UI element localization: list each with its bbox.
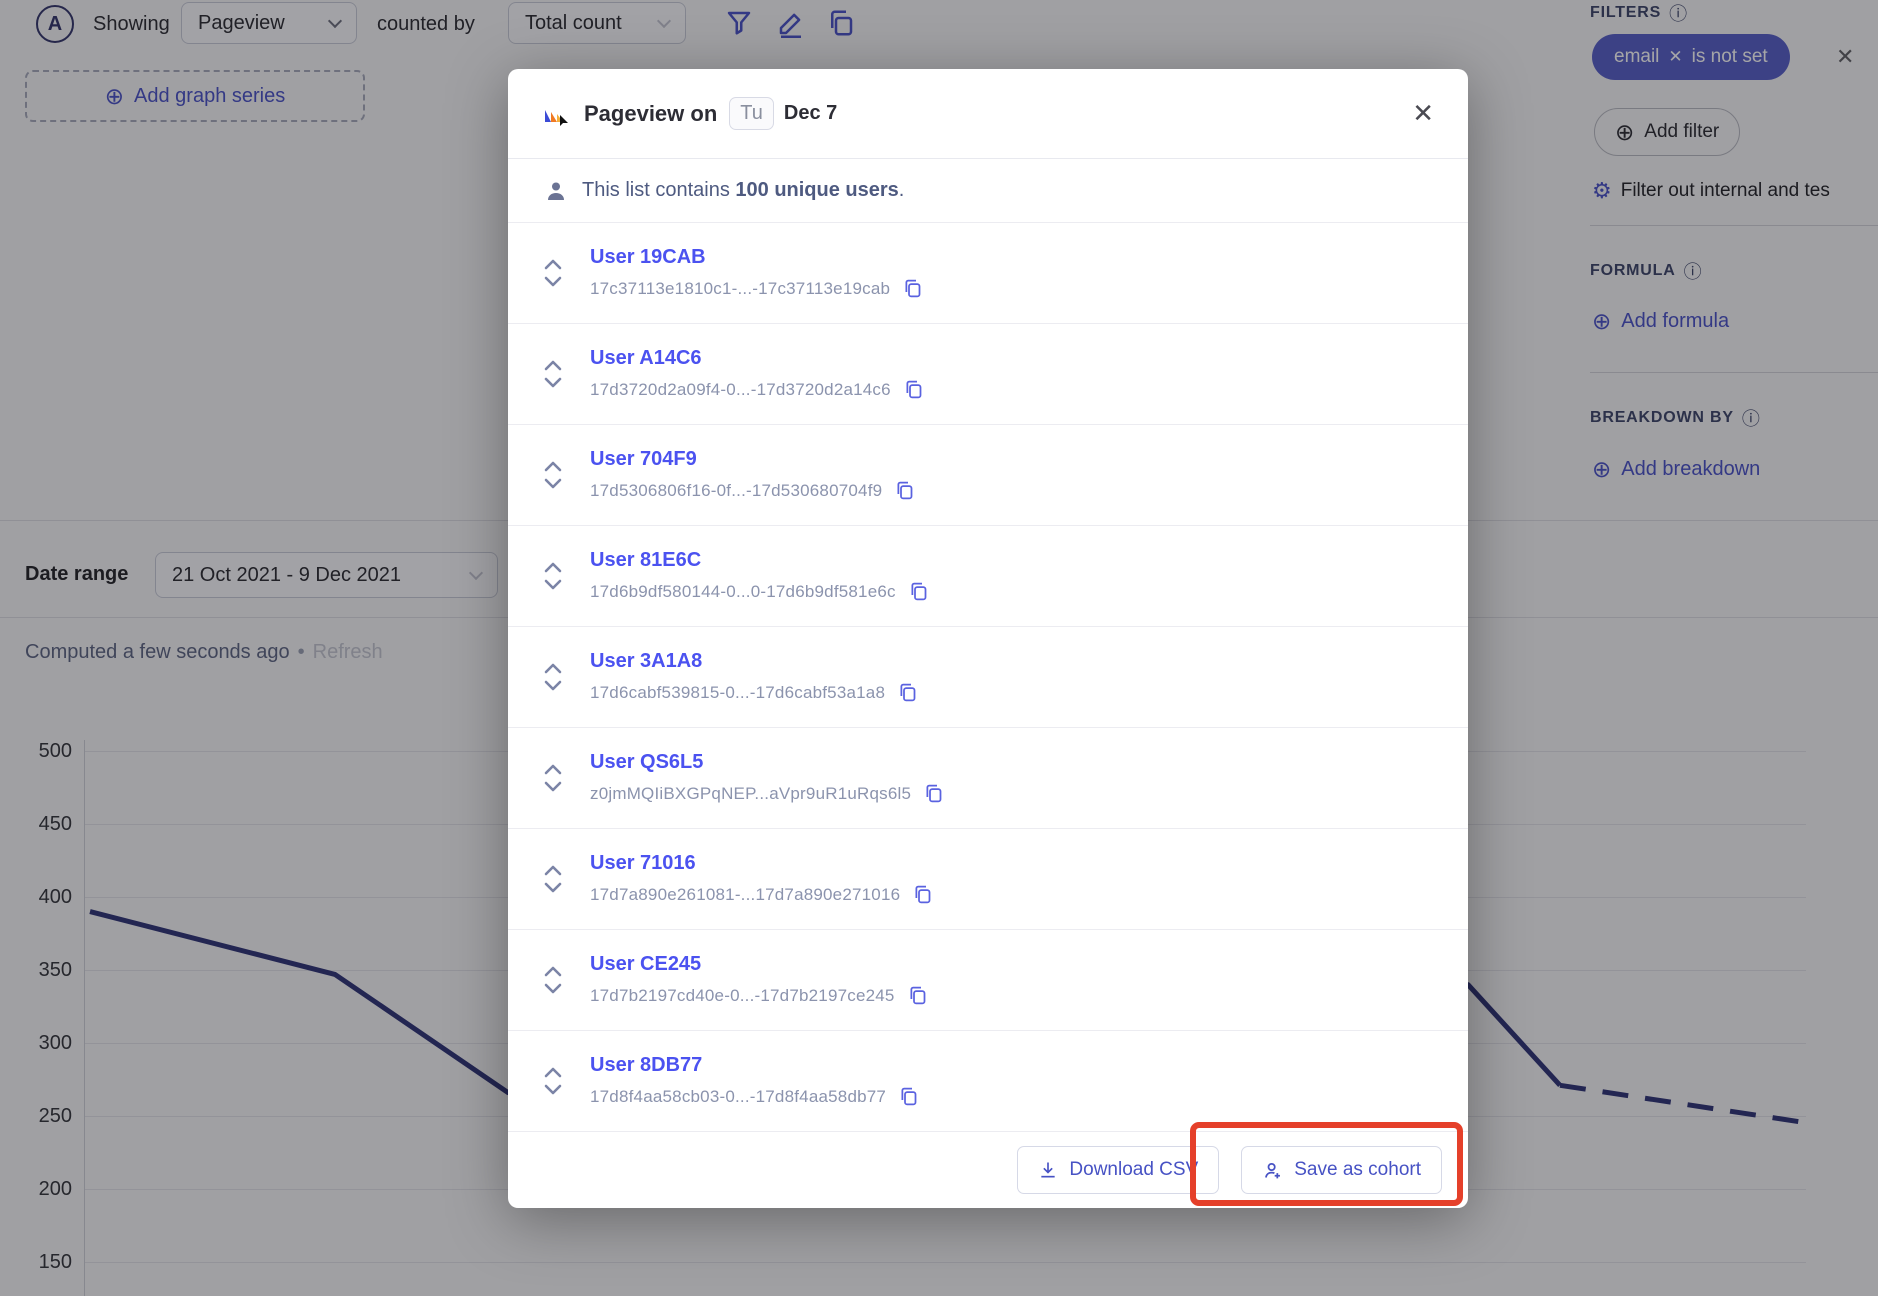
user-distinct-id: 17d8f4aa58cb03-0...-17d8f4aa58db77 bbox=[590, 1087, 886, 1107]
modal-date: Dec 7 bbox=[784, 102, 837, 125]
row-expand-controls bbox=[544, 764, 590, 792]
chevron-down-icon[interactable] bbox=[544, 680, 562, 691]
modal-footer: Download CSV Save as cohort bbox=[508, 1132, 1468, 1208]
user-link[interactable]: User CE245 bbox=[590, 953, 928, 976]
copy-id-icon[interactable] bbox=[902, 277, 923, 300]
row-expand-controls bbox=[544, 966, 590, 994]
user-row: User A14C6 17d3720d2a09f4-0...-17d3720d2… bbox=[508, 324, 1468, 425]
chevron-up-icon[interactable] bbox=[544, 764, 562, 775]
copy-id-icon[interactable] bbox=[903, 378, 924, 401]
user-row: User CE245 17d7b2197cd40e-0...-17d7b2197… bbox=[508, 930, 1468, 1031]
user-row: User 704F9 17d5306806f16-0f...-17d530680… bbox=[508, 425, 1468, 526]
user-row: User 3A1A8 17d6cabf539815-0...-17d6cabf5… bbox=[508, 627, 1468, 728]
modal-header: Pageview on Tu Dec 7 ✕ bbox=[508, 69, 1468, 159]
user-link[interactable]: User 704F9 bbox=[590, 448, 915, 471]
day-badge: Tu bbox=[729, 97, 774, 130]
user-row: User 71016 17d7a890e261081-...17d7a890e2… bbox=[508, 829, 1468, 930]
chevron-down-icon[interactable] bbox=[544, 1084, 562, 1095]
user-distinct-id: z0jmMQIiBXGPqNEP...aVpr9uR1uRqs6l5 bbox=[590, 784, 911, 804]
user-row: User 8DB77 17d8f4aa58cb03-0...-17d8f4aa5… bbox=[508, 1031, 1468, 1132]
row-expand-controls bbox=[544, 663, 590, 691]
chevron-down-icon[interactable] bbox=[544, 781, 562, 792]
copy-id-icon[interactable] bbox=[907, 984, 928, 1007]
user-link[interactable]: User A14C6 bbox=[590, 347, 924, 370]
chevron-down-icon[interactable] bbox=[544, 377, 562, 388]
copy-id-icon[interactable] bbox=[898, 1085, 919, 1108]
user-link[interactable]: User 81E6C bbox=[590, 549, 929, 572]
chevron-up-icon[interactable] bbox=[544, 966, 562, 977]
chevron-up-icon[interactable] bbox=[544, 461, 562, 472]
chevron-down-icon[interactable] bbox=[544, 478, 562, 489]
copy-id-icon[interactable] bbox=[923, 782, 944, 805]
save-as-cohort-button[interactable]: Save as cohort bbox=[1241, 1146, 1442, 1194]
modal-summary: This list contains 100 unique users. bbox=[508, 159, 1468, 223]
row-expand-controls bbox=[544, 360, 590, 388]
chevron-up-icon[interactable] bbox=[544, 259, 562, 270]
persons-modal: Pageview on Tu Dec 7 ✕ This list contain… bbox=[508, 69, 1468, 1208]
chevron-down-icon[interactable] bbox=[544, 579, 562, 590]
user-distinct-id: 17d7a890e261081-...17d7a890e271016 bbox=[590, 885, 900, 905]
user-list: User 19CAB 17c37113e1810c1-...-17c37113e… bbox=[508, 223, 1468, 1132]
row-expand-controls bbox=[544, 865, 590, 893]
user-distinct-id: 17d6cabf539815-0...-17d6cabf53a1a8 bbox=[590, 683, 885, 703]
user-link[interactable]: User 71016 bbox=[590, 852, 933, 875]
chevron-down-icon[interactable] bbox=[544, 882, 562, 893]
user-distinct-id: 17c37113e1810c1-...-17c37113e19cab bbox=[590, 279, 890, 299]
close-icon[interactable]: ✕ bbox=[1412, 98, 1434, 129]
copy-id-icon[interactable] bbox=[894, 479, 915, 502]
person-icon bbox=[544, 179, 568, 203]
copy-id-icon[interactable] bbox=[908, 580, 929, 603]
chevron-up-icon[interactable] bbox=[544, 663, 562, 674]
summary-prefix: This list contains bbox=[582, 179, 735, 201]
download-csv-button[interactable]: Download CSV bbox=[1017, 1146, 1219, 1194]
copy-id-icon[interactable] bbox=[912, 883, 933, 906]
summary-count: 100 unique users bbox=[735, 179, 898, 201]
insights-page: A Showing Pageview counted by Total coun… bbox=[0, 0, 1878, 1296]
user-distinct-id: 17d5306806f16-0f...-17d530680704f9 bbox=[590, 481, 882, 501]
row-expand-controls bbox=[544, 461, 590, 489]
row-expand-controls bbox=[544, 1067, 590, 1095]
user-row: User QS6L5 z0jmMQIiBXGPqNEP...aVpr9uR1uR… bbox=[508, 728, 1468, 829]
chevron-down-icon[interactable] bbox=[544, 983, 562, 994]
modal-title: Pageview on bbox=[584, 101, 717, 127]
trend-insight-icon bbox=[542, 100, 570, 128]
user-link[interactable]: User 19CAB bbox=[590, 246, 923, 269]
user-distinct-id: 17d6b9df580144-0...0-17d6b9df581e6c bbox=[590, 582, 896, 602]
chevron-up-icon[interactable] bbox=[544, 360, 562, 371]
user-row: User 19CAB 17c37113e1810c1-...-17c37113e… bbox=[508, 223, 1468, 324]
chevron-up-icon[interactable] bbox=[544, 562, 562, 573]
download-csv-label: Download CSV bbox=[1069, 1159, 1198, 1181]
user-distinct-id: 17d3720d2a09f4-0...-17d3720d2a14c6 bbox=[590, 380, 891, 400]
download-icon bbox=[1038, 1160, 1058, 1180]
chevron-down-icon[interactable] bbox=[544, 276, 562, 287]
row-expand-controls bbox=[544, 562, 590, 590]
summary-suffix: . bbox=[899, 179, 905, 201]
user-link[interactable]: User QS6L5 bbox=[590, 751, 944, 774]
row-expand-controls bbox=[544, 259, 590, 287]
chevron-up-icon[interactable] bbox=[544, 865, 562, 876]
user-link[interactable]: User 8DB77 bbox=[590, 1054, 919, 1077]
user-link[interactable]: User 3A1A8 bbox=[590, 650, 918, 673]
user-distinct-id: 17d7b2197cd40e-0...-17d7b2197ce245 bbox=[590, 986, 895, 1006]
chevron-up-icon[interactable] bbox=[544, 1067, 562, 1078]
cohort-person-plus-icon bbox=[1262, 1160, 1283, 1181]
save-as-cohort-label: Save as cohort bbox=[1294, 1159, 1421, 1181]
copy-id-icon[interactable] bbox=[897, 681, 918, 704]
user-row: User 81E6C 17d6b9df580144-0...0-17d6b9df… bbox=[508, 526, 1468, 627]
